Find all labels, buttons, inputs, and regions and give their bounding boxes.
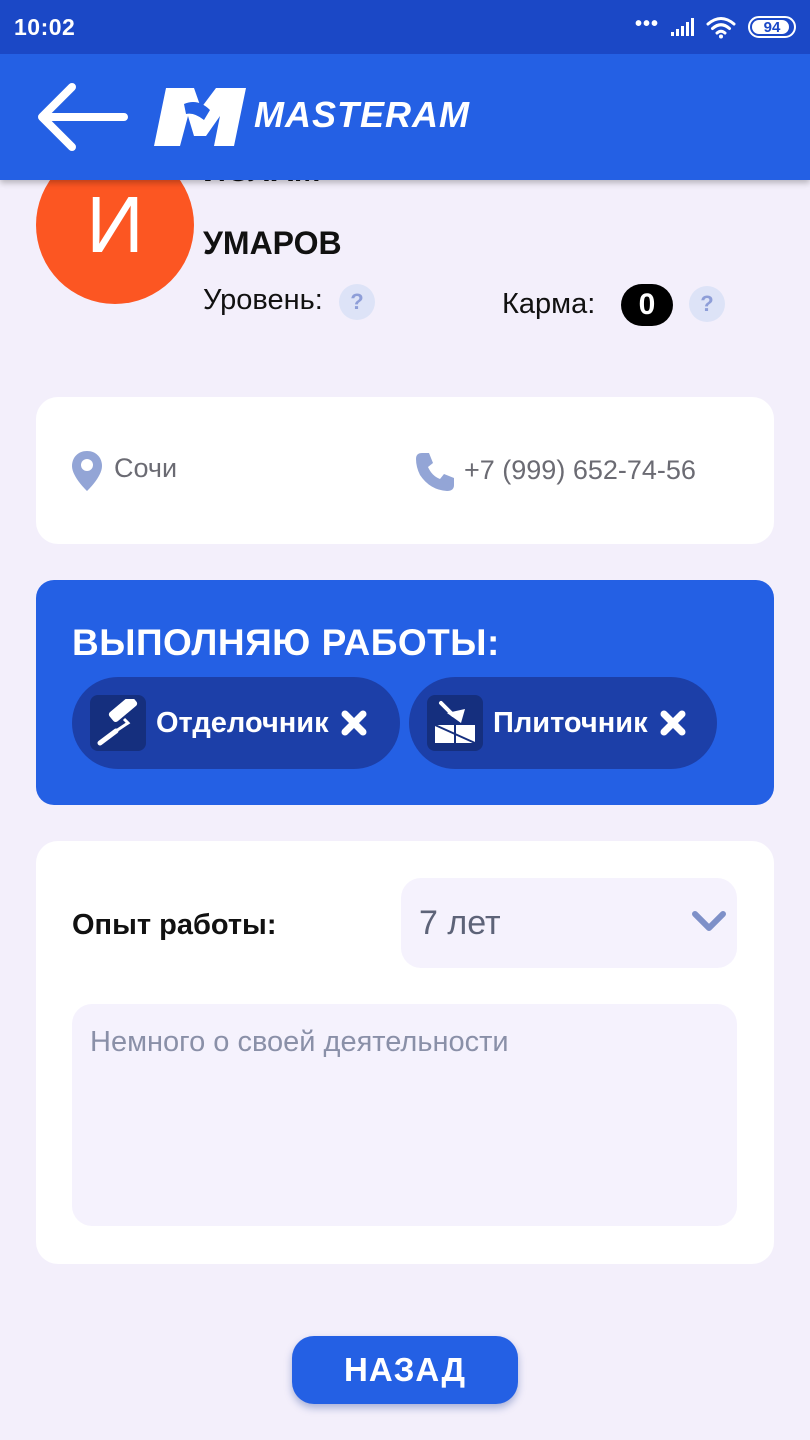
experience-select[interactable]: 7 лет xyxy=(401,878,737,968)
level-label: Уровень: xyxy=(203,284,323,316)
experience-label: Опыт работы: xyxy=(72,909,277,941)
job-chip-finisher[interactable]: Отделочник xyxy=(72,677,400,769)
level-help-icon[interactable]: ? xyxy=(339,284,375,320)
remove-tiler-icon[interactable] xyxy=(658,708,688,738)
jobs-title: ВЫПОЛНЯЮ РАБОТЫ: xyxy=(72,622,500,663)
tile-trowel-icon xyxy=(427,695,483,751)
job-label-tiler: Плиточник xyxy=(493,706,648,739)
experience-card: Опыт работы: 7 лет xyxy=(36,841,774,1264)
experience-value: 7 лет xyxy=(419,904,501,942)
phone-icon[interactable] xyxy=(414,451,456,493)
chevron-down-icon xyxy=(692,911,726,931)
phone-text[interactable]: +7 (999) 652-74-56 xyxy=(464,455,696,486)
wifi-icon xyxy=(706,17,736,39)
battery-level: 94 xyxy=(763,18,781,36)
about-input[interactable] xyxy=(72,1004,737,1226)
profile-last-name: УМАРОВ xyxy=(203,225,342,261)
jobs-card: ВЫПОЛНЯЮ РАБОТЫ: Отделочник Плиточник xyxy=(36,580,774,805)
job-chip-tiler[interactable]: Плиточник xyxy=(409,677,717,769)
arrow-left-icon[interactable] xyxy=(34,80,130,154)
status-icons: ••• 94 xyxy=(634,12,796,39)
more-dots: ••• xyxy=(634,12,659,35)
karma-label: Карма: xyxy=(502,288,596,320)
level-help-text: ? xyxy=(350,289,364,314)
city-text: Сочи xyxy=(114,453,178,483)
contact-card: Сочи +7 (999) 652-74-56 xyxy=(36,397,774,544)
status-time: 10:02 xyxy=(14,13,76,40)
karma-help-text: ? xyxy=(700,291,714,316)
location-pin-icon xyxy=(72,451,102,491)
avatar-initial: И xyxy=(86,180,144,269)
masteram-logo-icon xyxy=(154,88,246,146)
signal-icon xyxy=(671,18,694,36)
app-header: MASTERAM xyxy=(0,54,810,180)
battery-icon: 94 xyxy=(748,16,796,38)
job-label-finisher: Отделочник xyxy=(156,706,329,739)
status-bar: 10:02 ••• 94 xyxy=(0,0,810,54)
karma-help-icon[interactable]: ? xyxy=(689,286,725,322)
karma-number: 0 xyxy=(638,288,656,321)
logo-text: MASTERAM xyxy=(254,94,470,135)
remove-finisher-icon[interactable] xyxy=(339,708,369,738)
paint-roller-icon xyxy=(90,695,146,751)
back-button[interactable]: НАЗАД xyxy=(292,1336,518,1404)
karma-value: 0 xyxy=(621,284,673,326)
